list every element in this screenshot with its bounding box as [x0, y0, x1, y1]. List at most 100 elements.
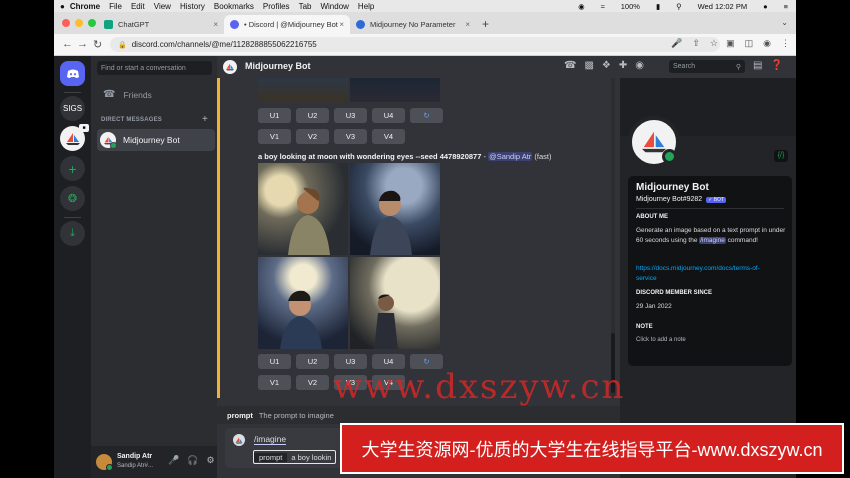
member-since-date: 29 Jan 2022 [636, 303, 672, 310]
new-tab-button[interactable]: + [482, 17, 489, 31]
developer-badge-icon[interactable]: {/} [774, 150, 788, 162]
discord-app: SIGS ■ + ❂ ⤓ Find or start a conversatio… [54, 56, 796, 478]
user-avatar-icon[interactable]: ● [763, 2, 768, 11]
hide-user-profile-icon[interactable]: ◉ [635, 60, 644, 71]
create-dm-icon[interactable]: + [202, 114, 208, 125]
tab-discord[interactable]: • Discord | @Midjourney Bot × [224, 15, 350, 34]
menu-history[interactable]: History [180, 2, 205, 11]
upscale-2-button[interactable]: U2 [296, 108, 329, 123]
menu-file[interactable]: File [109, 2, 122, 11]
command-mention[interactable]: /imagine [699, 236, 726, 244]
forward-icon[interactable]: → [77, 38, 88, 50]
video-call-icon[interactable]: ▩ [584, 60, 593, 71]
menu-window[interactable]: Window [320, 2, 348, 11]
tab-chatgpt[interactable]: ChatGPT × [98, 15, 224, 34]
variation-2-button[interactable]: V2 [296, 129, 329, 144]
image-grid[interactable] [258, 163, 440, 349]
upscale-1-button[interactable]: U1 [258, 354, 291, 369]
terms-link[interactable]: https://docs.midjourney.com/docs/terms-o… [636, 264, 760, 283]
user-mention[interactable]: @Sandip Atr [488, 152, 533, 161]
previous-image-tile[interactable] [258, 78, 348, 102]
variation-1-button[interactable]: V1 [258, 129, 291, 144]
mute-mic-icon[interactable]: 🎤 [168, 455, 179, 466]
add-friends-to-dm-icon[interactable]: ✚ [619, 60, 627, 71]
user-settings-gear-icon[interactable]: ⚙ [206, 455, 214, 466]
link-part: service [636, 274, 657, 282]
discord-home-icon[interactable] [60, 61, 85, 86]
upscale-3-button[interactable]: U3 [334, 108, 367, 123]
friends-label: Friends [123, 89, 152, 100]
close-tab-icon[interactable]: × [339, 20, 344, 29]
deafen-headphones-icon[interactable]: 🎧 [187, 455, 198, 466]
chatgpt-icon [104, 20, 113, 29]
help-icon[interactable]: ❓ [770, 60, 782, 71]
command-option-hint[interactable]: prompt The prompt to imagine [217, 406, 620, 424]
extensions-icon[interactable]: ▣ [726, 38, 735, 49]
profile-icon[interactable]: ◉ [763, 38, 771, 49]
tab-midjourney-docs[interactable]: Midjourney No Parameter × [350, 15, 476, 34]
reroll-button[interactable]: ↻ [410, 108, 443, 123]
minimize-window-icon[interactable] [75, 19, 83, 27]
menu-tab[interactable]: Tab [299, 2, 312, 11]
friends-link[interactable]: ☎ Friends [103, 89, 152, 100]
url-field[interactable]: 🔒 discord.com/channels/@me/1128288855062… [110, 37, 720, 52]
upscale-2-button[interactable]: U2 [296, 354, 329, 369]
more-menu-icon[interactable]: ⋮ [781, 38, 790, 49]
server-sigs[interactable]: SIGS [60, 96, 85, 121]
lock-icon[interactable]: 🔒 [118, 41, 127, 49]
add-server-icon[interactable]: + [60, 156, 85, 181]
upscale-4-button[interactable]: U4 [372, 108, 405, 123]
close-window-icon[interactable] [62, 19, 70, 27]
variation-4-button[interactable]: V4 [372, 129, 405, 144]
header-search-input[interactable]: Search ⚲ [669, 60, 745, 73]
inbox-icon[interactable]: ▤ [753, 60, 762, 71]
wifi-icon[interactable]: ≈ [601, 2, 605, 11]
previous-image-tile[interactable] [350, 78, 440, 102]
menu-edit[interactable]: Edit [131, 2, 145, 11]
boy-silhouette [374, 294, 398, 349]
mic-icon[interactable]: 🎤 [671, 38, 682, 49]
sailboat-icon [65, 132, 80, 145]
chat-scrollbar[interactable] [611, 78, 615, 398]
image-tile-4[interactable] [350, 257, 440, 349]
share-icon[interactable]: ⇧ [692, 38, 700, 49]
record-icon[interactable]: ◉ [578, 2, 585, 11]
user-tag: Sandip Atr#... [117, 463, 154, 469]
menu-help[interactable]: Help [358, 2, 374, 11]
image-tile-1[interactable] [258, 163, 348, 255]
tab-search-chevron-icon[interactable]: ⌄ [781, 18, 788, 27]
image-tile-2[interactable] [350, 163, 440, 255]
app-menu[interactable]: Chrome [70, 2, 100, 11]
prompt-parameter-field[interactable]: prompt a boy lookin [253, 450, 337, 464]
voice-call-icon[interactable]: ☎ [564, 60, 576, 71]
dm-item-midjourney-bot[interactable]: Midjourney Bot [97, 129, 215, 151]
spotlight-icon[interactable]: ⚲ [676, 2, 682, 11]
explore-compass-icon[interactable]: ❂ [60, 186, 85, 211]
download-icon[interactable]: ⤓ [60, 221, 85, 246]
close-tab-icon[interactable]: × [213, 20, 218, 29]
apple-icon[interactable]: ● [60, 2, 65, 11]
find-conversation-input[interactable]: Find or start a conversation [97, 61, 212, 75]
image-tile-3[interactable] [258, 257, 348, 349]
battery-percent: 100% [620, 1, 640, 11]
back-icon[interactable]: ← [62, 38, 73, 50]
menu-view[interactable]: View [154, 2, 171, 11]
variation-2-button[interactable]: V2 [296, 375, 329, 390]
profile-avatar[interactable] [628, 116, 680, 168]
control-center-icon[interactable]: ≡ [784, 2, 788, 11]
reload-icon[interactable]: ↻ [93, 38, 102, 51]
battery-icon[interactable]: ▮ [656, 2, 660, 11]
close-tab-icon[interactable]: × [465, 20, 470, 29]
variation-1-button[interactable]: V1 [258, 375, 291, 390]
window-controls [62, 19, 96, 27]
variation-3-button[interactable]: V3 [334, 129, 367, 144]
menu-profiles[interactable]: Profiles [263, 2, 290, 11]
upscale-1-button[interactable]: U1 [258, 108, 291, 123]
menu-bookmarks[interactable]: Bookmarks [214, 2, 254, 11]
bookmark-star-icon[interactable]: ☆ [710, 38, 718, 49]
user-avatar[interactable] [96, 454, 113, 471]
pinned-messages-icon[interactable]: ❖ [602, 60, 611, 71]
zoom-window-icon[interactable] [88, 19, 96, 27]
sidebar-icon[interactable]: ◫ [745, 38, 754, 49]
note-input[interactable]: Click to add a note [636, 336, 686, 346]
